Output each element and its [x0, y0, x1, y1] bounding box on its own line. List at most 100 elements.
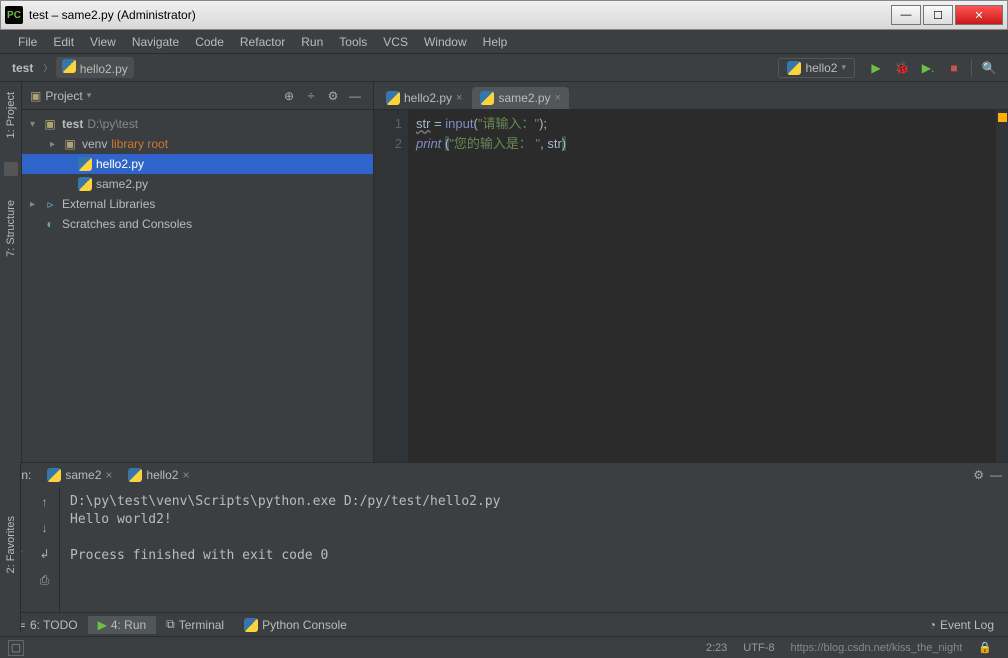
close-tab-icon[interactable]: × — [456, 92, 462, 104]
print-button[interactable]: ⎙ — [36, 571, 54, 589]
tree-file-same2[interactable]: same2.py — [22, 174, 373, 194]
warning-marker[interactable] — [998, 113, 1007, 122]
close-button[interactable]: ✕ — [955, 5, 1003, 25]
error-stripe[interactable] — [996, 110, 1008, 462]
line-gutter: 1 2 — [374, 110, 408, 462]
editor-tab-hello2[interactable]: hello2.py × — [378, 87, 470, 109]
window-controls: — ☐ ✕ — [889, 5, 1003, 25]
project-tree: ▾ ▣ test D:\py\test ▸ ▣ venv library roo… — [22, 110, 373, 238]
expand-arrow-icon[interactable]: ▾ — [30, 119, 42, 130]
settings-icon[interactable]: ⚙ — [323, 86, 343, 106]
debug-button[interactable]: 🐞 — [891, 57, 913, 79]
lock-icon[interactable]: 🔒 — [978, 641, 992, 654]
run-left-toolbar-2: ↑ ↓ ↲ ⎙ — [30, 487, 60, 612]
python-icon — [244, 618, 258, 632]
run-tab-same2[interactable]: same2 × — [39, 466, 120, 484]
library-icon: ⪧ — [42, 197, 58, 212]
breadcrumb-file[interactable]: hello2.py — [56, 57, 133, 78]
folder-icon: ▣ — [62, 137, 78, 151]
separator — [971, 59, 972, 77]
run-coverage-button[interactable]: ▶. — [917, 57, 939, 79]
project-panel-title: Project — [45, 89, 82, 103]
tree-venv[interactable]: ▸ ▣ venv library root — [22, 134, 373, 154]
chevron-down-icon[interactable]: ▾ — [87, 90, 92, 101]
run-button[interactable]: ▶ — [865, 57, 887, 79]
tree-root[interactable]: ▾ ▣ test D:\py\test — [22, 114, 373, 134]
status-bar: ▢ 2:23 UTF-8 https://blog.csdn.net/kiss_… — [0, 636, 1008, 658]
watermark-text: https://blog.csdn.net/kiss_the_night — [790, 642, 962, 654]
settings-icon[interactable]: ⚙ — [973, 468, 984, 482]
bottom-tab-terminal[interactable]: ⧉Terminal — [156, 615, 234, 634]
tree-scratches[interactable]: ◐ Scratches and Consoles — [22, 214, 373, 234]
file-encoding[interactable]: UTF-8 — [743, 642, 774, 654]
menu-help[interactable]: Help — [475, 35, 516, 49]
chevron-down-icon: ▾ — [841, 62, 846, 73]
menu-edit[interactable]: Edit — [45, 35, 82, 49]
python-icon — [78, 177, 92, 191]
menu-file[interactable]: File — [10, 35, 45, 49]
editor-body[interactable]: 1 2 str = input("请输入："); print ("您的输入是： … — [374, 110, 1008, 462]
menu-window[interactable]: Window — [416, 35, 475, 49]
python-icon — [78, 157, 92, 171]
scroll-to-button[interactable]: ⊕ — [279, 86, 299, 106]
side-tab-icon[interactable] — [4, 162, 18, 176]
run-tab-hello2[interactable]: hello2 × — [120, 466, 197, 484]
folder-icon: ▣ — [42, 117, 58, 131]
scratches-icon: ◐ — [42, 217, 58, 231]
hide-button[interactable]: — — [345, 86, 365, 106]
title-bar: PC test – same2.py (Administrator) — ☐ ✕ — [0, 0, 1008, 30]
up-button[interactable]: ↑ — [36, 493, 54, 511]
python-icon — [47, 468, 61, 482]
menu-tools[interactable]: Tools — [331, 35, 375, 49]
stop-button[interactable]: ■ — [943, 57, 965, 79]
main-area: 1: Project 7: Structure ▣ Project ▾ ⊕ ÷ … — [0, 82, 1008, 462]
side-tab-favorites[interactable]: 2: Favorites — [3, 512, 19, 577]
side-tab-project[interactable]: 1: Project — [3, 88, 19, 142]
maximize-button[interactable]: ☐ — [923, 5, 953, 25]
run-header: Run: same2 × hello2 × ⚙ — — [0, 463, 1008, 487]
hide-button[interactable]: — — [990, 468, 1002, 482]
navigation-bar: test 〉 hello2.py hello2 ▾ ▶ 🐞 ▶. ■ 🔍 — [0, 54, 1008, 82]
side-tab-structure[interactable]: 7: Structure — [3, 196, 19, 261]
bottom-tab-python-console[interactable]: Python Console — [234, 616, 357, 634]
tree-external-libraries[interactable]: ▸ ⪧ External Libraries — [22, 194, 373, 214]
run-config-name: hello2 — [805, 61, 837, 75]
left-bottom-strip: 2: Favorites — [1, 462, 21, 632]
project-panel-header: ▣ Project ▾ ⊕ ÷ ⚙ — — [22, 82, 373, 110]
cursor-position[interactable]: 2:23 — [706, 642, 727, 654]
menu-code[interactable]: Code — [187, 35, 232, 49]
menu-navigate[interactable]: Navigate — [124, 35, 187, 49]
editor-tab-same2[interactable]: same2.py × — [472, 87, 568, 109]
left-tool-strip: 1: Project 7: Structure — [0, 82, 22, 462]
search-button[interactable]: 🔍 — [978, 57, 1000, 79]
close-tab-icon[interactable]: × — [555, 92, 561, 104]
down-button[interactable]: ↓ — [36, 519, 54, 537]
wrap-button[interactable]: ↲ — [36, 545, 54, 563]
menu-vcs[interactable]: VCS — [375, 35, 416, 49]
bottom-tool-tabs: ≔6: TODO ▶4: Run ⧉Terminal Python Consol… — [0, 612, 1008, 636]
minimize-button[interactable]: — — [891, 5, 921, 25]
run-config-selector[interactable]: hello2 ▾ — [778, 58, 855, 78]
console-output[interactable]: D:\py\test\venv\Scripts\python.exe D:/py… — [60, 487, 1008, 612]
chevron-right-icon: 〉 — [43, 61, 52, 74]
tree-file-hello2[interactable]: hello2.py — [22, 154, 373, 174]
python-icon — [787, 61, 801, 75]
python-icon — [128, 468, 142, 482]
menu-run[interactable]: Run — [293, 35, 331, 49]
expand-arrow-icon[interactable]: ▸ — [30, 199, 42, 210]
project-panel: ▣ Project ▾ ⊕ ÷ ⚙ — ▾ ▣ test D:\py\test … — [22, 82, 374, 462]
close-tab-icon[interactable]: × — [182, 468, 189, 482]
expand-arrow-icon[interactable]: ▸ — [50, 139, 62, 150]
bottom-tab-event-log[interactable]: ◔Event Log — [919, 616, 1004, 634]
window-title: test – same2.py (Administrator) — [29, 8, 889, 22]
expand-all-button[interactable]: ÷ — [301, 86, 321, 106]
close-tab-icon[interactable]: × — [105, 468, 112, 482]
tool-windows-toggle[interactable]: ▢ — [8, 640, 24, 656]
breadcrumb-root[interactable]: test — [6, 59, 39, 77]
menu-refactor[interactable]: Refactor — [232, 35, 293, 49]
code-content[interactable]: str = input("请输入："); print ("您的输入是： ", s… — [408, 110, 996, 462]
bottom-tab-run[interactable]: ▶4: Run — [88, 616, 157, 634]
editor-tabs: hello2.py × same2.py × — [374, 82, 1008, 110]
python-icon — [386, 91, 400, 105]
menu-view[interactable]: View — [82, 35, 124, 49]
